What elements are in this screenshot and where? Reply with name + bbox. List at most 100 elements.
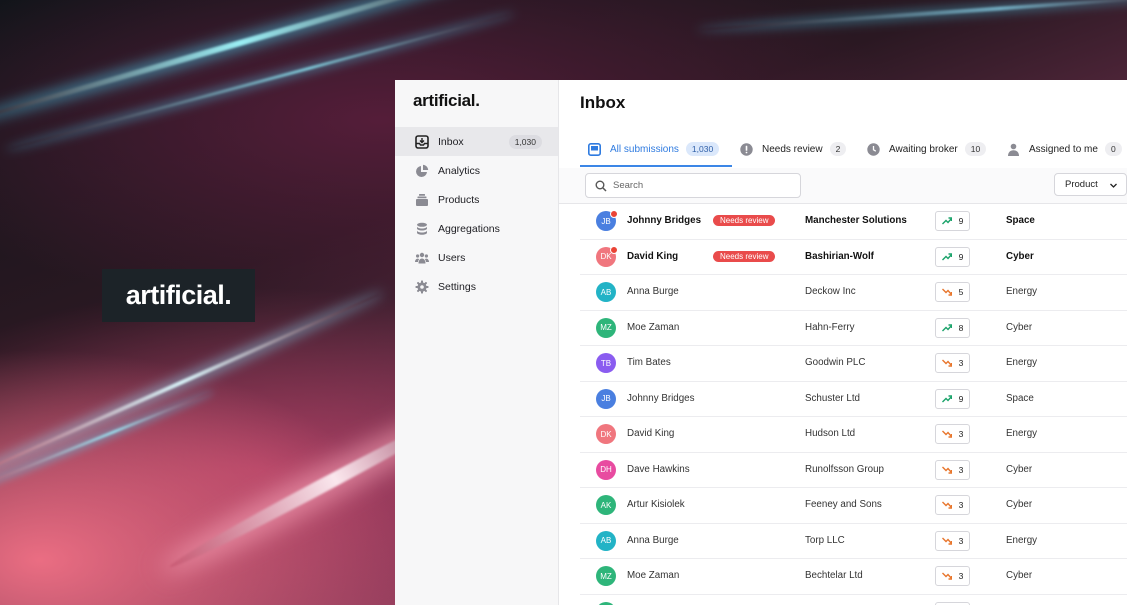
submitter-name: Artur Kisiolek xyxy=(627,499,685,510)
product-name: Energy xyxy=(1006,286,1038,297)
tab-label: Awaiting broker xyxy=(889,143,958,155)
product-name: Cyber xyxy=(1006,321,1033,333)
inbox-tab-icon xyxy=(588,142,601,156)
score-value: 8 xyxy=(958,322,964,333)
trend-up-icon xyxy=(941,217,952,225)
tab-assigned-to-me[interactable]: Assigned to me 0 xyxy=(1007,132,1122,166)
trend-down-icon xyxy=(941,501,952,509)
avatar: DH xyxy=(596,459,616,480)
company-name: Feeney and Sons xyxy=(805,499,882,510)
score-chip: 3 xyxy=(935,459,970,480)
person-icon xyxy=(1008,143,1019,156)
app-window: artificial. Inbox 1,030 Analytics Produc… xyxy=(395,80,1127,605)
company-name: Goodwin PLC xyxy=(805,357,866,368)
active-tab-indicator xyxy=(580,165,732,167)
table-row[interactable]: DK David King Needs review Bashirian-Wol… xyxy=(580,240,1127,275)
avatar: AB xyxy=(596,282,616,302)
trend-down-icon xyxy=(941,430,952,438)
tab-count: 0 xyxy=(1104,142,1122,156)
score-value: 9 xyxy=(958,393,964,404)
sidebar-item-label: Analytics xyxy=(438,164,481,177)
submitter-name: Johnny Bridges xyxy=(627,215,702,226)
sidebar-item-label: Aggregations xyxy=(438,222,500,235)
avatar: AK xyxy=(596,495,616,515)
company-name: Runolfsson Group xyxy=(805,463,884,475)
submitter-name: Anna Burge xyxy=(627,286,679,297)
score-value: 9 xyxy=(958,251,964,262)
avatar: TB xyxy=(596,353,616,373)
search-input[interactable] xyxy=(613,180,783,191)
sidebar-item-products[interactable]: Products xyxy=(395,185,558,214)
product-name: Energy xyxy=(1006,428,1038,439)
avatar: JB xyxy=(596,388,616,409)
score-value: 5 xyxy=(958,287,964,297)
inbox-count-badge: 1,030 xyxy=(508,135,542,149)
avatar: MZ xyxy=(596,566,616,586)
table-row[interactable]: TB Tim Bates Goodwin PLC 3 Energy xyxy=(580,346,1127,382)
tab-needs-review[interactable]: Needs review 2 xyxy=(740,132,847,166)
table-row[interactable]: MZ Moe Zaman Huel and Sons 3 Space xyxy=(580,595,1127,605)
product-filter-label: Product xyxy=(1065,179,1098,190)
score-value: 3 xyxy=(958,535,964,546)
table-row[interactable]: AB Anna Burge Deckow Inc 5 Energy xyxy=(580,275,1127,311)
trend-down-icon xyxy=(941,359,952,367)
alert-icon xyxy=(740,142,753,156)
product-name: Cyber xyxy=(1006,570,1033,581)
score-chip: 3 xyxy=(935,566,970,586)
sidebar-nav: Inbox 1,030 Analytics Products Aggregati… xyxy=(395,127,558,301)
pie-chart-icon xyxy=(416,164,429,177)
sidebar-item-inbox[interactable]: Inbox 1,030 xyxy=(395,127,558,156)
product-name: Cyber xyxy=(1006,499,1033,510)
page-title: Inbox xyxy=(580,93,626,112)
sidebar: artificial. Inbox 1,030 Analytics Produc… xyxy=(395,80,559,605)
sidebar-item-aggregations[interactable]: Aggregations xyxy=(395,214,558,243)
avatar: AB xyxy=(596,530,616,551)
app-logo[interactable]: artificial. xyxy=(413,91,480,111)
table-row[interactable]: MZ Moe Zaman Bechtelar Ltd 3 Cyber xyxy=(580,559,1127,595)
score-chip: 3 xyxy=(935,530,970,551)
tab-awaiting-broker[interactable]: Awaiting broker 10 xyxy=(867,132,987,166)
sidebar-item-users[interactable]: Users xyxy=(395,243,558,272)
users-icon xyxy=(415,252,429,264)
score-chip: 9 xyxy=(935,388,970,409)
trend-up-icon xyxy=(941,323,952,331)
submitter-name: David King xyxy=(627,250,679,262)
tab-count: 2 xyxy=(829,142,847,156)
submitter-name: Anna Burge xyxy=(627,534,679,546)
sidebar-item-label: Settings xyxy=(438,280,476,293)
product-name: Energy xyxy=(1006,534,1038,546)
clock-icon xyxy=(867,142,880,156)
status-badge: Needs review xyxy=(713,250,776,262)
product-name: Space xyxy=(1006,392,1034,404)
search-box xyxy=(585,173,801,198)
score-chip: 9 xyxy=(935,246,970,267)
sidebar-item-analytics[interactable]: Analytics xyxy=(395,156,558,185)
trend-down-icon xyxy=(941,537,952,545)
tab-label: Needs review xyxy=(762,143,823,155)
score-value: 3 xyxy=(958,429,964,439)
trend-down-icon xyxy=(941,466,952,474)
table-row[interactable]: DH Dave Hawkins Runolfsson Group 3 Cyber xyxy=(580,453,1127,488)
product-name: Cyber xyxy=(1006,463,1033,475)
product-filter-dropdown[interactable]: Product xyxy=(1054,173,1127,196)
sidebar-item-label: Inbox xyxy=(438,135,464,148)
search-icon xyxy=(595,180,607,192)
filter-bar: Product xyxy=(559,168,1127,204)
table-row[interactable]: AK Artur Kisiolek Feeney and Sons 3 Cybe… xyxy=(580,488,1127,524)
product-name: Energy xyxy=(1006,357,1038,368)
sidebar-item-settings[interactable]: Settings xyxy=(395,272,558,301)
score-value: 3 xyxy=(958,500,964,510)
table-row[interactable]: AB Anna Burge Torp LLC 3 Energy xyxy=(580,524,1127,559)
score-chip: 8 xyxy=(935,317,970,338)
score-value: 3 xyxy=(958,358,964,368)
chevron-down-icon xyxy=(1110,183,1117,188)
table-row[interactable]: JB Johnny Bridges Needs review Mancheste… xyxy=(580,204,1127,240)
table-row[interactable]: DK David King Hudson Ltd 3 Energy xyxy=(580,417,1127,453)
table-row[interactable]: JB Johnny Bridges Schuster Ltd 9 Space xyxy=(580,382,1127,417)
status-badge: Needs review xyxy=(713,215,776,226)
tab-all-submissions[interactable]: All submissions 1,030 xyxy=(588,132,720,166)
company-name: Hudson Ltd xyxy=(805,428,856,439)
light-streak xyxy=(700,0,1127,32)
table-row[interactable]: MZ Moe Zaman Hahn-Ferry 8 Cyber xyxy=(580,311,1127,346)
trend-up-icon xyxy=(941,394,952,402)
